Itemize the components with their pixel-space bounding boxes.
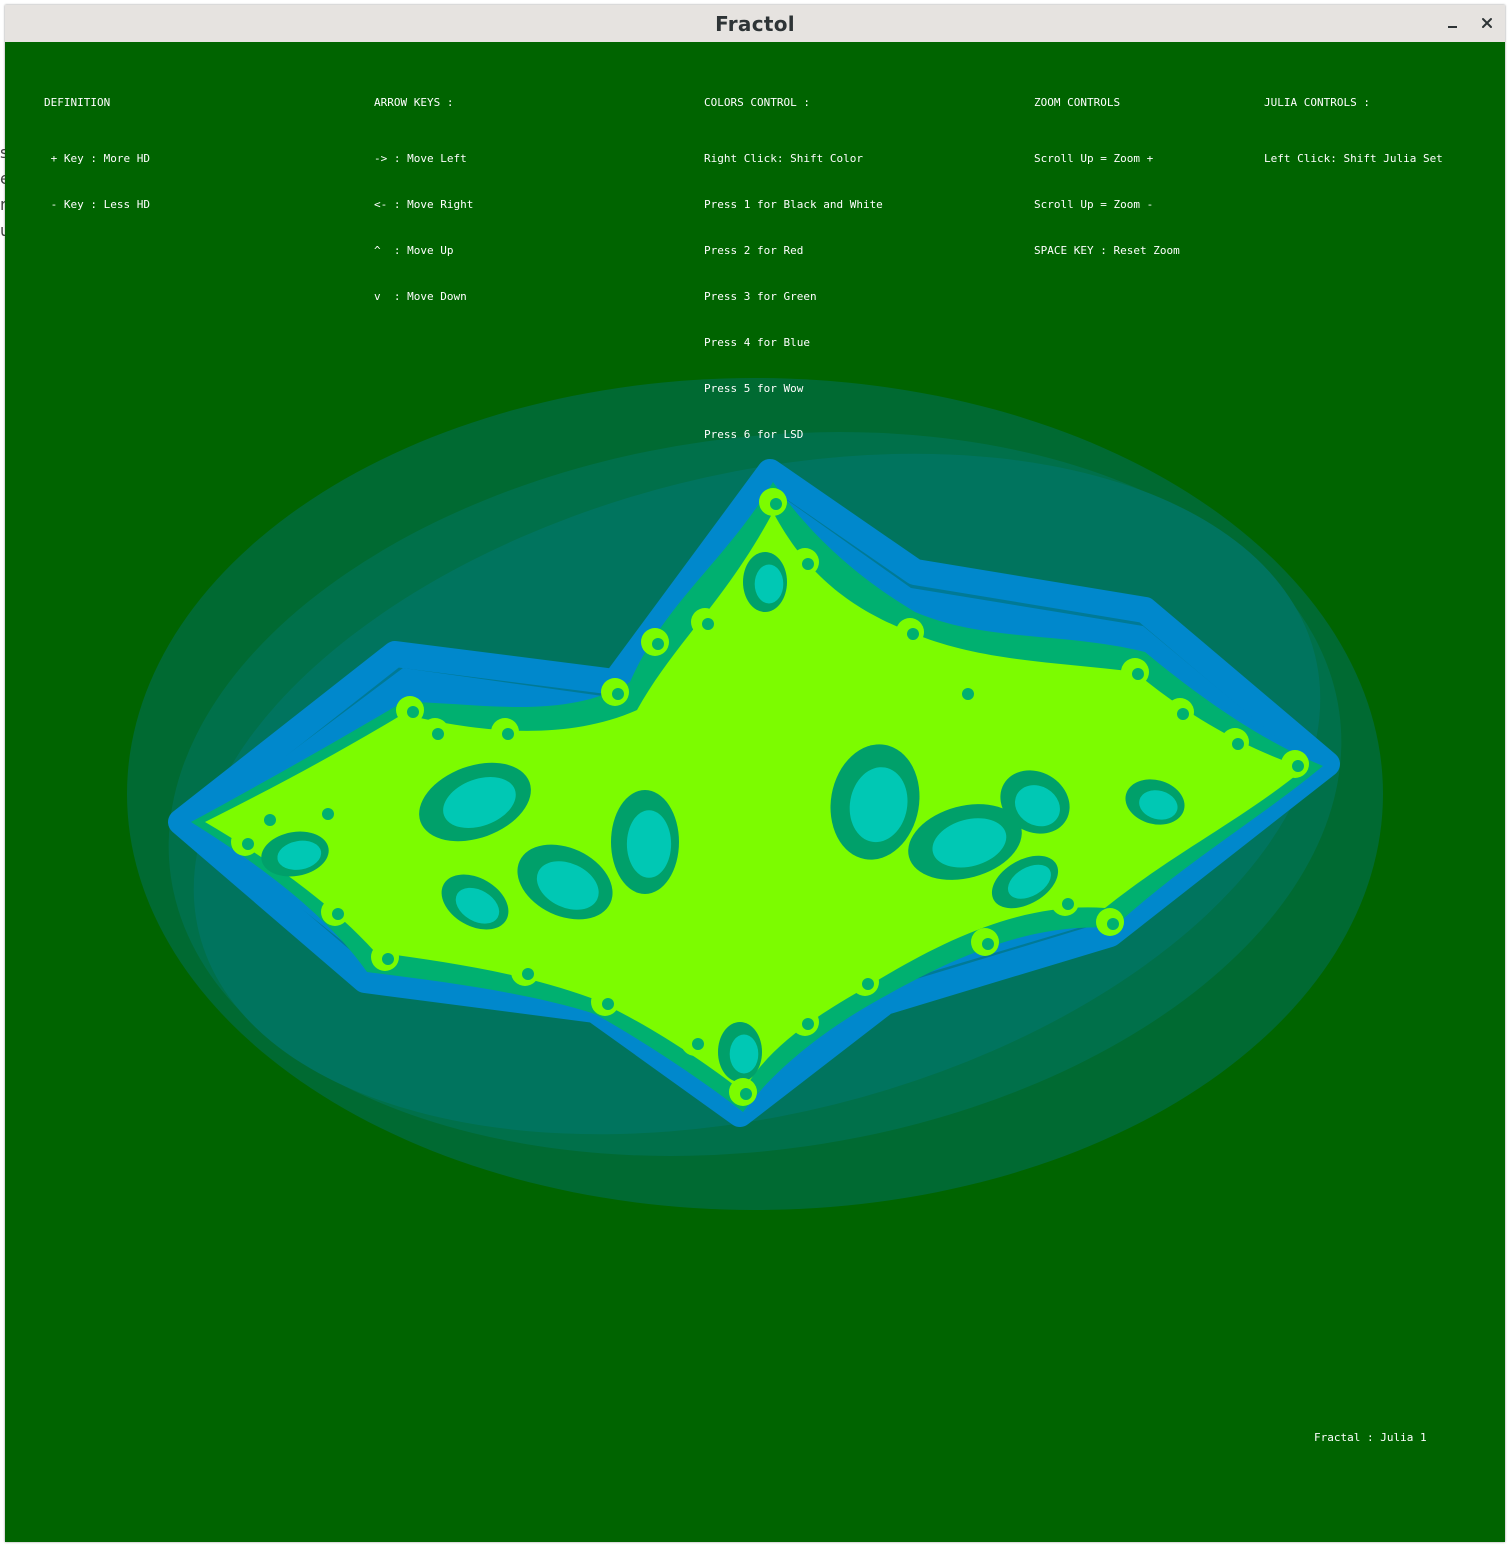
julia-bud-center (522, 968, 534, 980)
julia-swirl-core (626, 810, 672, 878)
close-button[interactable] (1473, 9, 1501, 37)
julia-bud-center (242, 838, 254, 850)
julia-bud-center (322, 808, 334, 820)
help-julia-controls-header: JULIA CONTROLS : (1264, 96, 1370, 109)
title-bar[interactable]: Fractol (5, 5, 1505, 43)
julia-bud-center (1132, 668, 1144, 680)
julia-bud-center (962, 688, 974, 700)
minimize-icon (1448, 26, 1457, 28)
julia-bud-center (802, 558, 814, 570)
help-arrow-keys-line: <- : Move Right (374, 198, 474, 211)
julia-bud-center (264, 814, 276, 826)
help-arrow-keys-line: -> : Move Left (374, 152, 467, 165)
help-arrow-keys: ARROW KEYS : -> : Move Left <- : Move Ri… (374, 69, 473, 335)
julia-bud-center (1232, 738, 1244, 750)
fractal-canvas[interactable]: DEFINITION + Key : More HD - Key : Less … (5, 42, 1505, 1542)
close-icon (1482, 18, 1492, 28)
fractol-window: Fractol DEFINITION + Key : More HD - Key… (5, 5, 1505, 1542)
julia-bud-center (862, 978, 874, 990)
help-julia-controls-line: Left Click: Shift Julia Set (1264, 152, 1443, 165)
julia-bud-center (602, 998, 614, 1010)
julia-bud-center (432, 728, 444, 740)
julia-bud-center (407, 706, 419, 718)
julia-bud-center (907, 628, 919, 640)
help-colors-control-line: Press 2 for Red (704, 244, 804, 257)
help-zoom-controls-line: Scroll Up = Zoom - (1034, 198, 1154, 211)
julia-bud-center (1062, 898, 1074, 910)
julia-bud-center (1177, 708, 1189, 720)
help-julia-controls: JULIA CONTROLS : Left Click: Shift Julia… (1264, 69, 1443, 197)
julia-bud-center (1107, 918, 1119, 930)
julia-bud-center (692, 1038, 704, 1050)
julia-bud-center (502, 728, 514, 740)
julia-bud-center (652, 638, 664, 650)
julia-bud-center (612, 688, 624, 700)
help-zoom-controls-header: ZOOM CONTROLS (1034, 96, 1121, 109)
help-colors-control-line: Press 5 for Wow (704, 382, 804, 395)
help-definition-line: - Key : Less HD (44, 198, 150, 211)
julia-bud-center (982, 938, 994, 950)
help-definition-line: + Key : More HD (44, 152, 150, 165)
julia-swirl-core (729, 1034, 759, 1074)
help-definition: DEFINITION + Key : More HD - Key : Less … (44, 69, 150, 243)
julia-bud-center (802, 1018, 814, 1030)
window-title: Fractol (715, 11, 795, 36)
julia-bud-center (382, 953, 394, 965)
help-definition-header: DEFINITION (44, 96, 111, 109)
help-colors-control-line: Press 3 for Green (704, 290, 817, 303)
julia-bud-center (740, 1088, 752, 1100)
help-arrow-keys-line: ^ : Move Up (374, 244, 454, 257)
julia-swirl-core (754, 564, 784, 604)
help-arrow-keys-header: ARROW KEYS : (374, 96, 454, 109)
fractal-status-label: Fractal : Julia 1 (1314, 1431, 1427, 1444)
help-colors-control-header: COLORS CONTROL : (704, 96, 810, 109)
help-arrow-keys-line: v : Move Down (374, 290, 467, 303)
minimize-button[interactable] (1439, 9, 1467, 37)
help-zoom-controls: ZOOM CONTROLS Scroll Up = Zoom + Scroll … (1034, 69, 1180, 289)
help-colors-control: COLORS CONTROL : Right Click: Shift Colo… (704, 69, 883, 473)
help-colors-control-line: Right Click: Shift Color (704, 152, 863, 165)
help-colors-control-line: Press 1 for Black and White (704, 198, 883, 211)
julia-bud-center (332, 908, 344, 920)
help-zoom-controls-line: Scroll Up = Zoom + (1034, 152, 1154, 165)
julia-bud-center (702, 618, 714, 630)
help-zoom-controls-line: SPACE KEY : Reset Zoom (1034, 244, 1180, 257)
julia-bud-center (770, 498, 782, 510)
help-colors-control-line: Press 4 for Blue (704, 336, 810, 349)
julia-bud-center (1292, 760, 1304, 772)
help-colors-control-line: Press 6 for LSD (704, 428, 804, 441)
